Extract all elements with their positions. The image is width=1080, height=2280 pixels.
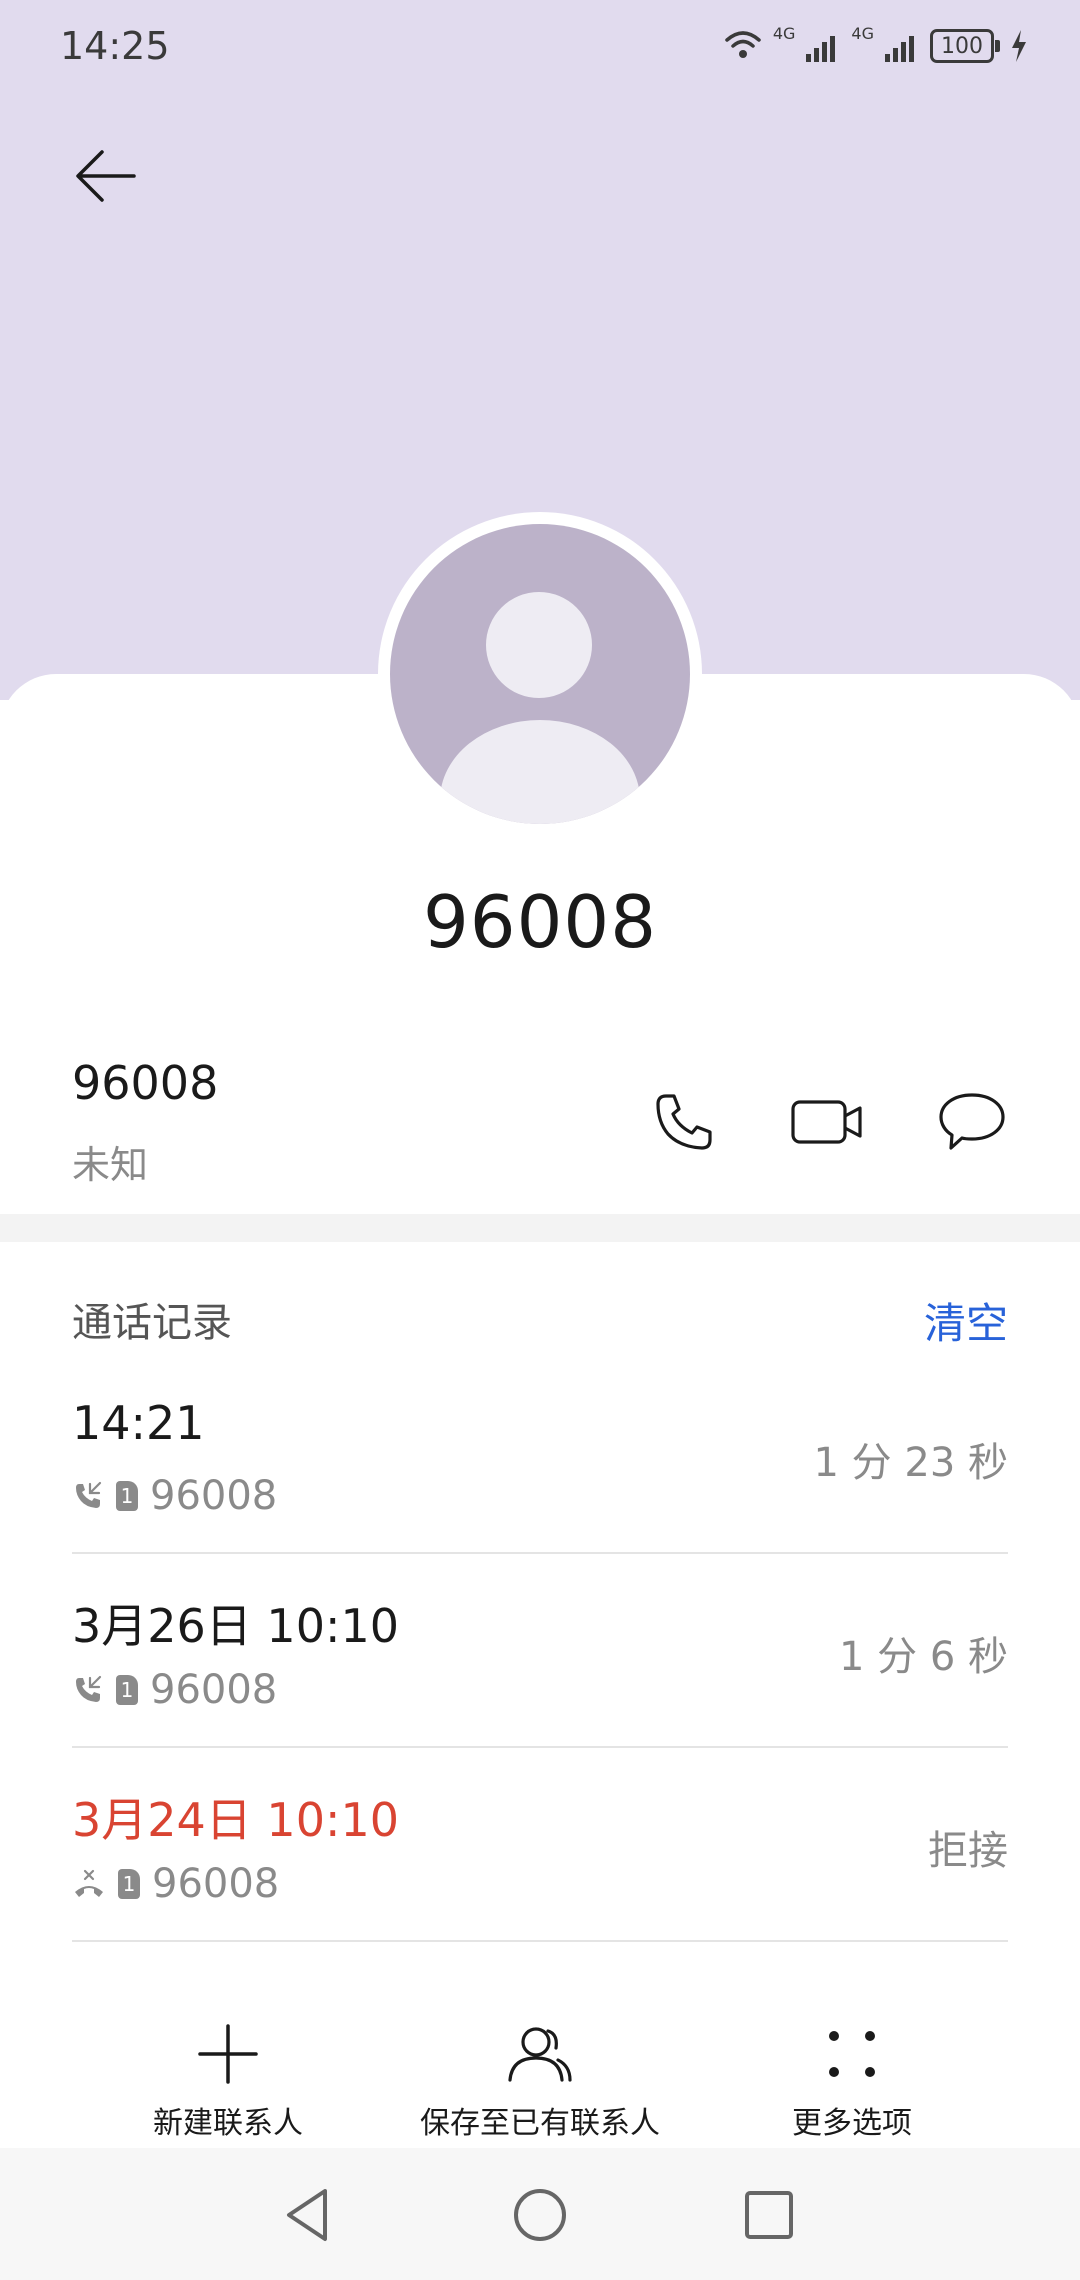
save-to-existing-button[interactable]: 保存至已有联系人 <box>380 2014 700 2144</box>
square-recents-icon <box>745 2191 793 2239</box>
avatar[interactable] <box>378 512 702 836</box>
back-arrow-icon <box>76 150 136 202</box>
call-number: 96008 <box>150 1473 278 1519</box>
battery-level: 100 <box>941 33 983 59</box>
call-time: 3月26日 10:10 <box>72 1599 399 1653</box>
call-log-item[interactable]: 3月26日 10:10 1 96008 1 分 6 秒 <box>72 1554 1008 1748</box>
number-location-label: 未知 <box>72 1143 149 1187</box>
incoming-call-icon <box>76 1675 102 1702</box>
status-time: 14:25 <box>60 24 170 68</box>
back-button[interactable] <box>64 134 148 218</box>
new-contact-label: 新建联系人 <box>153 2106 303 2141</box>
status-icons: 4G 4G 100 <box>723 22 1028 70</box>
contact-number-row[interactable]: 96008 未知 <box>0 1040 1080 1214</box>
incoming-call-icon <box>76 1481 102 1508</box>
sim-card-icon: 1 <box>118 1869 140 1899</box>
nav-recents-button[interactable] <box>734 2180 804 2250</box>
contact-number: 96008 <box>72 1056 219 1110</box>
charging-icon <box>1012 30 1026 62</box>
contacts-icon <box>508 2027 572 2082</box>
call-duration: 1 分 6 秒 <box>838 1634 1008 1680</box>
section-divider <box>0 1214 1080 1242</box>
nav-back-button[interactable] <box>272 2180 342 2250</box>
call-log-title: 通话记录 <box>72 1300 232 1346</box>
chat-bubble-icon <box>939 1093 1005 1150</box>
signal-icon <box>806 36 836 62</box>
default-avatar-icon <box>390 524 690 824</box>
call-log-item[interactable]: 14:21 1 96008 1 分 23 秒 <box>72 1360 1008 1554</box>
bottom-action-bar: 新建联系人 保存至已有联系人 更多选项 <box>0 2000 1080 2150</box>
call-button[interactable] <box>642 1080 726 1164</box>
call-time: 3月24日 10:10 <box>72 1793 399 1847</box>
more-options-button[interactable]: 更多选项 <box>692 2014 1012 2144</box>
save-to-existing-label: 保存至已有联系人 <box>420 2106 660 2141</box>
network-label-2: 4G <box>851 24 874 43</box>
phone-icon <box>656 1094 712 1150</box>
new-contact-button[interactable]: 新建联系人 <box>68 2014 388 2144</box>
video-camera-icon <box>791 1100 862 1144</box>
clear-log-button[interactable]: 清空 <box>924 1290 1008 1351</box>
rejected-call-icon <box>75 1869 103 1897</box>
plus-icon <box>198 2024 258 2084</box>
call-number: 96008 <box>150 1667 278 1713</box>
more-options-label: 更多选项 <box>792 2106 912 2141</box>
battery-icon: 100 <box>930 29 1000 63</box>
call-number: 96008 <box>152 1861 280 1907</box>
call-duration: 1 分 23 秒 <box>813 1440 1009 1486</box>
more-dots-icon <box>829 2031 875 2077</box>
signal-icon <box>885 36 914 62</box>
sim-card-icon: 1 <box>116 1675 138 1705</box>
circle-home-icon <box>514 2189 566 2241</box>
sim-card-icon: 1 <box>116 1481 138 1511</box>
call-log-item[interactable]: 3月24日 10:10 1 96008 拒接 <box>72 1748 1008 1942</box>
video-call-button[interactable] <box>786 1080 870 1164</box>
wifi-icon <box>725 31 761 58</box>
call-log-list: 14:21 1 96008 1 分 23 秒 3月26日 10:10 1 960… <box>72 1360 1008 1942</box>
status-bar: 14:25 4G 4G 100 <box>0 0 1080 96</box>
triangle-back-icon <box>287 2189 327 2241</box>
call-time: 14:21 <box>72 1396 205 1450</box>
page-title: 96008 <box>422 880 658 964</box>
network-label-1: 4G <box>772 24 796 43</box>
call-status: 拒接 <box>928 1828 1008 1874</box>
system-nav-bar <box>0 2148 1080 2280</box>
nav-home-button[interactable] <box>505 2180 575 2250</box>
message-button[interactable] <box>930 1080 1014 1164</box>
